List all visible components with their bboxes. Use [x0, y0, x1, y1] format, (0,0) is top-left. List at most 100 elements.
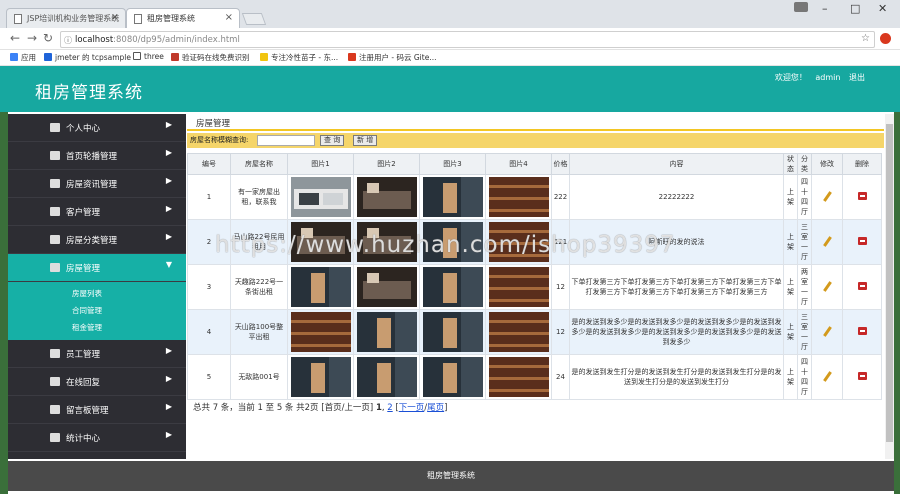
menu-icon — [50, 433, 60, 442]
submenu-item-rent[interactable]: 租金管理 — [8, 319, 186, 336]
pencil-icon[interactable] — [822, 280, 832, 292]
minimize-icon[interactable]: – — [822, 2, 828, 15]
app-footer: 租房管理系统 — [8, 461, 894, 491]
delete-icon[interactable] — [857, 192, 867, 200]
forward-icon[interactable]: → — [27, 31, 37, 45]
house-photo[interactable] — [422, 357, 483, 397]
chevron-down-icon: ▼ — [165, 260, 172, 269]
browser-tab-2[interactable]: 租房管理系统 × — [126, 8, 240, 28]
cell-category: 三室一厅 — [797, 309, 812, 355]
house-photo[interactable] — [488, 267, 549, 307]
bookmark-item[interactable]: three — [133, 52, 164, 61]
maximize-icon[interactable]: □ — [850, 2, 860, 15]
content-scrollbar[interactable] — [885, 114, 894, 459]
menu-icon — [50, 235, 60, 244]
delete-icon[interactable] — [857, 372, 867, 380]
sidebar-item-carousel[interactable]: 首页轮播管理 ▶ — [8, 142, 186, 170]
cell-image — [485, 354, 552, 400]
sidebar-item-personal-center[interactable]: 个人中心 ▶ — [8, 114, 186, 142]
sidebar-item-replies[interactable]: 在线回复 ▶ — [8, 368, 186, 396]
bookmark-item[interactable]: 应用 — [10, 52, 36, 63]
sidebar-item-customers[interactable]: 客户管理 ▶ — [8, 198, 186, 226]
star-icon[interactable]: ☆ — [861, 33, 870, 44]
sidebar-item-messages[interactable]: 留言板管理 ▶ — [8, 396, 186, 424]
cell-name: 天山路100号整平出租 — [230, 309, 288, 355]
house-photo[interactable] — [488, 312, 549, 352]
add-button[interactable]: 新 增 — [353, 135, 378, 146]
sidebar-item-stats[interactable]: 统计中心 ▶ — [8, 424, 186, 452]
close-icon[interactable]: × — [111, 12, 119, 23]
browser-tab-1[interactable]: JSP培训机构业务管理系统 × — [6, 8, 126, 28]
address-bar[interactable]: ⓘ localhost:8080/dp95/admin/index.html ☆ — [60, 31, 875, 48]
pagination-summary: 总共 7 条，当前 1 至 5 条 共2页 — [193, 403, 319, 413]
back-icon[interactable]: ← — [10, 31, 20, 45]
pagination-last[interactable]: 尾页 — [427, 403, 444, 413]
delete-icon[interactable] — [857, 237, 867, 245]
sidebar-item-staff[interactable]: 员工管理 ▶ — [8, 340, 186, 368]
close-icon[interactable]: × — [225, 12, 233, 23]
house-photo[interactable] — [356, 177, 417, 217]
new-tab-button[interactable] — [241, 13, 267, 25]
chevron-right-icon: ▶ — [165, 374, 172, 383]
pagination-page-2[interactable]: 2 — [387, 403, 392, 413]
search-input[interactable] — [257, 135, 315, 146]
chevron-right-icon: ▶ — [165, 232, 172, 241]
extension-icon[interactable] — [880, 33, 891, 44]
chevron-right-icon: ▶ — [165, 402, 172, 411]
house-photo[interactable] — [290, 267, 351, 307]
house-photo[interactable] — [488, 357, 549, 397]
cell-status: 上架 — [783, 264, 798, 310]
logout-link[interactable]: 退出 — [849, 73, 865, 82]
house-photo[interactable] — [488, 177, 549, 217]
reload-icon[interactable]: ↻ — [43, 31, 53, 45]
page-background-right — [894, 112, 900, 494]
delete-icon[interactable] — [857, 282, 867, 290]
house-photo[interactable] — [422, 177, 483, 217]
house-photo[interactable] — [290, 177, 351, 217]
page-icon — [14, 14, 22, 24]
pencil-icon[interactable] — [822, 235, 832, 247]
watermark-text: https://www.huzhan.com/ishop39397 — [215, 232, 676, 258]
sidebar-item-news[interactable]: 房屋资讯管理 ▶ — [8, 170, 186, 198]
table-row: 1 有一家房屋出租，联系我 222 22222222 上架 四十四厅 — [187, 174, 882, 220]
houses-submenu: 房屋列表 合同管理 租金管理 — [8, 282, 186, 340]
house-photo[interactable] — [422, 267, 483, 307]
cell-image — [287, 354, 354, 400]
welcome-text: 欢迎您！ — [774, 73, 807, 82]
cell-status: 上架 — [783, 309, 798, 355]
bookmark-item[interactable]: 验证码在线免费识别 — [171, 52, 250, 63]
house-photo[interactable] — [356, 357, 417, 397]
pagination-next[interactable]: 下一页 — [399, 403, 425, 413]
scrollbar-thumb[interactable] — [886, 124, 893, 442]
pencil-icon[interactable] — [822, 190, 832, 202]
profile-icon[interactable] — [794, 2, 808, 12]
menu-icon — [50, 377, 60, 386]
bookmark-item[interactable]: 注册用户 - 码云 Gite... — [348, 52, 436, 63]
window-close-icon[interactable]: ✕ — [878, 2, 887, 15]
bookmark-item[interactable]: jmeter 的 tcpsample — [44, 52, 131, 63]
column-header: 状态 — [783, 153, 798, 175]
house-photo[interactable] — [290, 357, 351, 397]
cell-id: 1 — [187, 174, 231, 220]
cell-content: 下单打发第三方下单打发第三方下单打发第三方下单打发第三方下单打发第三方下单打发第… — [569, 264, 784, 310]
search-button[interactable]: 查 询 — [320, 135, 345, 146]
pencil-icon[interactable] — [822, 325, 832, 337]
house-photo[interactable] — [422, 312, 483, 352]
sidebar-item-categories[interactable]: 房屋分类管理 ▶ — [8, 226, 186, 254]
sidebar-item-houses[interactable]: 房屋管理 ▼ — [8, 254, 186, 282]
cell-status: 上架 — [783, 219, 798, 265]
bookmark-item[interactable]: 专注冷性苗子 - 东... — [260, 52, 338, 63]
submenu-item-contracts[interactable]: 合同管理 — [8, 302, 186, 319]
cell-image — [485, 309, 552, 355]
cell-id: 4 — [187, 309, 231, 355]
delete-icon[interactable] — [857, 327, 867, 335]
column-header: 图片1 — [287, 153, 354, 175]
menu-icon — [50, 151, 60, 160]
house-photo[interactable] — [290, 312, 351, 352]
submenu-item-house-list[interactable]: 房屋列表 — [8, 285, 186, 302]
pencil-icon[interactable] — [822, 370, 832, 382]
house-photo[interactable] — [356, 267, 417, 307]
cell-name: 天趣路222号一条街出租 — [230, 264, 288, 310]
house-photo[interactable] — [356, 312, 417, 352]
cell-edit — [811, 309, 843, 355]
